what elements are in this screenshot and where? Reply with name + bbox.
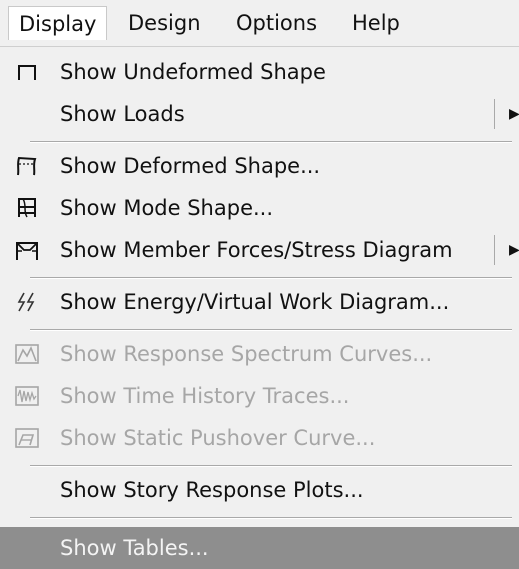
menu-display-label: Display (19, 12, 97, 36)
menu-item-show-mode-shape[interactable]: Show Mode Shape... (0, 187, 519, 229)
menu-item-show-energy[interactable]: Show Energy/Virtual Work Diagram... (0, 281, 519, 323)
menu-item-show-tables[interactable]: Show Tables... (0, 527, 519, 569)
menu-item-label: Show Loads (60, 102, 185, 126)
mode-shape-icon (18, 198, 36, 218)
submenu-divider (494, 99, 495, 129)
menu-item-label: Show Response Spectrum Curves... (60, 342, 433, 366)
menu-separator (30, 329, 512, 331)
menu-item-label: Show Energy/Virtual Work Diagram... (60, 290, 450, 314)
menu-item-show-deformed-shape[interactable]: Show Deformed Shape... (0, 145, 519, 187)
energy-icon (17, 292, 35, 312)
menu-design-label: Design (128, 11, 201, 35)
pushover-icon (15, 428, 39, 448)
menu-separator (30, 141, 512, 143)
time-history-icon (15, 386, 39, 406)
menu-item-label: Show Undeformed Shape (60, 60, 326, 84)
submenu-divider (494, 235, 495, 265)
menu-item-label: Show Deformed Shape... (60, 154, 321, 178)
menu-help-label: Help (352, 11, 400, 35)
menu-item-show-story-response[interactable]: Show Story Response Plots... (0, 469, 519, 511)
menu-item-label: Show Mode Shape... (60, 196, 274, 220)
response-spectrum-icon (15, 344, 39, 364)
menu-item-show-member-forces[interactable]: Show Member Forces/Stress Diagram ▶ (0, 229, 519, 271)
menu-bar: Display Design Options Help (0, 0, 519, 46)
menu-options[interactable]: Options (226, 6, 327, 40)
menu-help[interactable]: Help (342, 6, 410, 40)
menu-item-show-time-history[interactable]: Show Time History Traces... (0, 375, 519, 417)
menu-separator (30, 465, 512, 467)
member-forces-icon (16, 242, 38, 260)
menu-item-label: Show Story Response Plots... (60, 478, 364, 502)
deformed-frame-icon (17, 156, 37, 176)
menu-item-show-response-spectrum[interactable]: Show Response Spectrum Curves... (0, 333, 519, 375)
display-dropdown-menu: Show Undeformed Shape Show Loads ▶ Show … (0, 46, 519, 569)
menu-item-show-loads[interactable]: Show Loads ▶ (0, 93, 519, 135)
menu-separator (30, 517, 512, 519)
menu-item-label: Show Time History Traces... (60, 384, 350, 408)
menu-item-label: Show Tables... (60, 536, 209, 560)
menu-item-show-undeformed-shape[interactable]: Show Undeformed Shape (0, 51, 519, 93)
menu-design[interactable]: Design (118, 6, 211, 40)
menu-display[interactable]: Display (8, 6, 108, 40)
submenu-arrow-icon: ▶ (509, 242, 519, 258)
menu-options-label: Options (236, 11, 318, 35)
menu-item-show-static-pushover[interactable]: Show Static Pushover Curve... (0, 417, 519, 459)
menu-separator (30, 277, 512, 279)
undeformed-frame-icon (18, 65, 36, 80)
menu-item-label: Show Member Forces/Stress Diagram (60, 238, 453, 262)
submenu-arrow-icon: ▶ (509, 106, 519, 122)
menu-item-label: Show Static Pushover Curve... (60, 426, 376, 450)
